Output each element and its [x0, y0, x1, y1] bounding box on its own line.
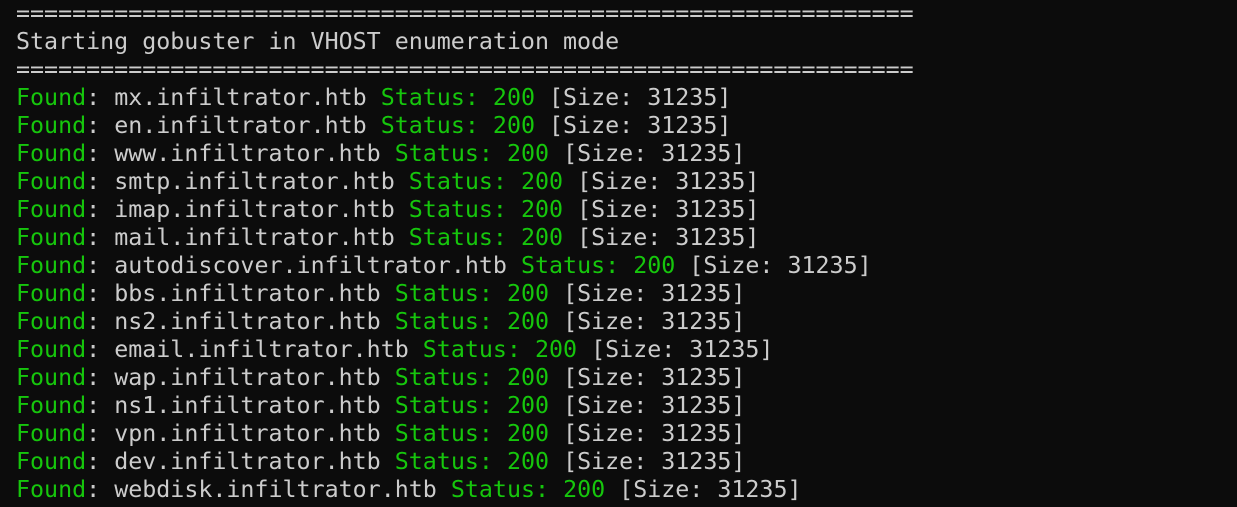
found-label: Found	[16, 420, 87, 447]
result-size: [Size: 31235]	[689, 252, 872, 279]
result-line: Found: mx.infiltrator.htb Status: 200 [S…	[16, 84, 732, 111]
status-label: Status:	[394, 280, 493, 307]
result-size: [Size: 31235]	[563, 448, 746, 475]
status-code: 200	[506, 448, 550, 475]
status-code: 200	[492, 112, 535, 139]
result-host: wap.infiltrator.htb	[114, 364, 381, 391]
results-list: Found: mx.infiltrator.htb Status: 200 [S…	[16, 84, 1237, 504]
result-line: Found: wap.infiltrator.htb Status: 200 […	[16, 364, 746, 391]
found-label: Found	[16, 336, 87, 363]
result-host: bbs.infiltrator.htb	[114, 280, 381, 307]
found-label: Found	[16, 252, 87, 279]
result-host: vpn.infiltrator.htb	[114, 420, 381, 447]
result-size: [Size: 31235]	[549, 112, 732, 139]
found-label: Found	[16, 308, 87, 335]
found-label: Found	[16, 280, 87, 307]
status-label: Status:	[408, 196, 507, 223]
result-size: [Size: 31235]	[563, 280, 746, 307]
status-label: Status:	[408, 168, 507, 195]
status-code: 200	[506, 420, 550, 447]
status-code: 200	[633, 252, 676, 279]
result-line: Found: email.infiltrator.htb Status: 200…	[16, 336, 774, 363]
result-size: [Size: 31235]	[563, 140, 746, 167]
status-label: Status:	[422, 336, 521, 363]
found-label: Found	[16, 392, 87, 419]
status-label: Status:	[450, 476, 550, 503]
status-code: 200	[563, 476, 606, 503]
status-code: 200	[520, 196, 564, 223]
result-host: smtp.infiltrator.htb	[114, 168, 395, 195]
status-code: 200	[520, 224, 564, 251]
status-label: Status:	[380, 112, 479, 139]
found-label: Found	[16, 168, 87, 195]
found-label: Found	[16, 448, 87, 475]
result-line: Found: webdisk.infiltrator.htb Status: 2…	[16, 476, 802, 503]
header-line: Starting gobuster in VHOST enumeration m…	[16, 28, 620, 55]
status-label: Status:	[394, 392, 493, 419]
found-label: Found	[16, 140, 87, 167]
result-line: Found: autodiscover.infiltrator.htb Stat…	[16, 252, 872, 279]
status-label: Status:	[394, 364, 493, 391]
result-line: Found: www.infiltrator.htb Status: 200 […	[16, 140, 746, 167]
result-host: ns1.infiltrator.htb	[114, 392, 381, 419]
result-size: [Size: 31235]	[549, 84, 732, 111]
result-size: [Size: 31235]	[563, 308, 746, 335]
result-size: [Size: 31235]	[563, 392, 746, 419]
result-host: mx.infiltrator.htb	[114, 84, 367, 111]
status-code: 200	[506, 280, 550, 307]
result-host: webdisk.infiltrator.htb	[114, 476, 437, 503]
result-size: [Size: 31235]	[577, 224, 760, 251]
result-line: Found: bbs.infiltrator.htb Status: 200 […	[16, 280, 746, 307]
status-code: 200	[506, 364, 550, 391]
result-host: en.infiltrator.htb	[114, 112, 367, 139]
status-label: Status:	[394, 308, 493, 335]
result-host: mail.infiltrator.htb	[114, 224, 395, 251]
result-size: [Size: 31235]	[563, 420, 746, 447]
result-size: [Size: 31235]	[563, 364, 746, 391]
status-code: 200	[535, 336, 578, 363]
status-code: 200	[506, 140, 550, 167]
result-line: Found: smtp.infiltrator.htb Status: 200 …	[16, 168, 760, 195]
result-host: ns2.infiltrator.htb	[114, 308, 381, 335]
result-line: Found: imap.infiltrator.htb Status: 200 …	[16, 196, 760, 223]
result-line: Found: ns2.infiltrator.htb Status: 200 […	[16, 308, 746, 335]
status-label: Status:	[394, 140, 493, 167]
separator-line-bottom: ========================================…	[16, 56, 914, 83]
result-size: [Size: 31235]	[577, 196, 760, 223]
result-host: www.infiltrator.htb	[114, 140, 381, 167]
result-host: dev.infiltrator.htb	[114, 448, 381, 475]
result-line: Found: mail.infiltrator.htb Status: 200 …	[16, 224, 760, 251]
result-size: [Size: 31235]	[577, 168, 760, 195]
result-size: [Size: 31235]	[619, 476, 802, 503]
status-label: Status:	[394, 448, 493, 475]
status-code: 200	[506, 392, 550, 419]
status-label: Status:	[394, 420, 493, 447]
status-code: 200	[506, 308, 550, 335]
found-label: Found	[16, 112, 87, 139]
result-line: Found: dev.infiltrator.htb Status: 200 […	[16, 448, 746, 475]
found-label: Found	[16, 364, 87, 391]
result-line: Found: vpn.infiltrator.htb Status: 200 […	[16, 420, 746, 447]
result-size: [Size: 31235]	[591, 336, 774, 363]
found-label: Found	[16, 84, 87, 111]
terminal-window[interactable]: ========================================…	[0, 0, 1237, 507]
status-label: Status:	[408, 224, 507, 251]
result-host: autodiscover.infiltrator.htb	[114, 252, 507, 279]
separator-line-top: ========================================…	[16, 0, 914, 27]
found-label: Found	[16, 224, 87, 251]
result-line: Found: en.infiltrator.htb Status: 200 [S…	[16, 112, 732, 139]
status-code: 200	[492, 84, 535, 111]
result-host: email.infiltrator.htb	[114, 336, 409, 363]
found-label: Found	[16, 476, 87, 503]
result-line: Found: ns1.infiltrator.htb Status: 200 […	[16, 392, 746, 419]
status-label: Status:	[380, 84, 479, 111]
status-label: Status:	[520, 252, 620, 279]
found-label: Found	[16, 196, 87, 223]
result-host: imap.infiltrator.htb	[114, 196, 395, 223]
status-code: 200	[520, 168, 564, 195]
